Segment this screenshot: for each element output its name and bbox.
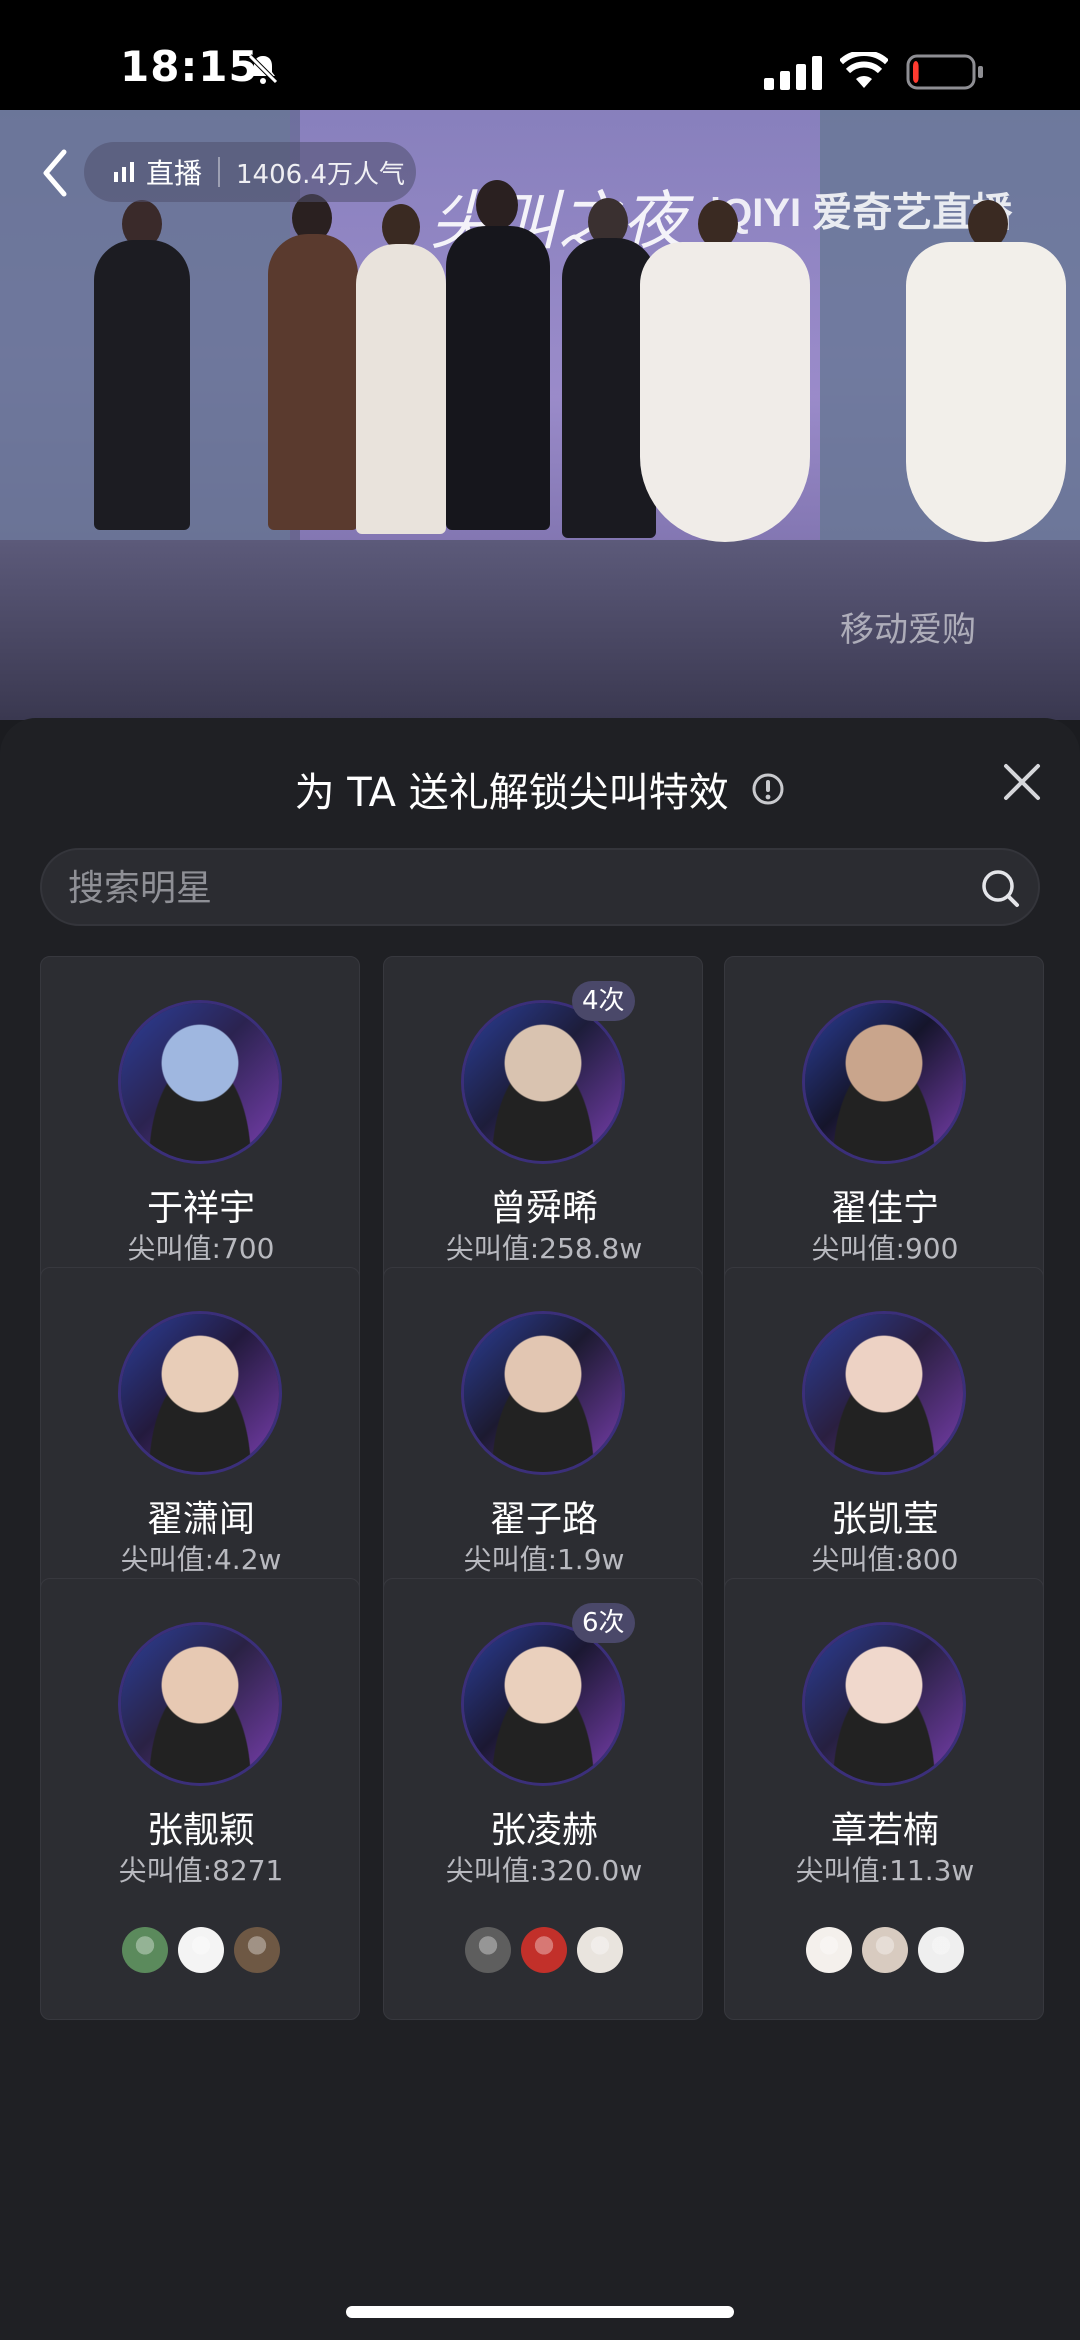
- watermark: 移动爱购: [840, 610, 976, 650]
- gift-count-badge: 4次: [572, 981, 635, 1021]
- fan-avatar: [234, 1927, 280, 1973]
- star-avatar: [464, 1625, 622, 1783]
- fan-avatar: [577, 1927, 623, 1973]
- scream-score: 尖叫值:11.3w: [795, 1854, 975, 1887]
- battery-icon: [906, 54, 983, 90]
- stage-brand: iQIYI 爱奇艺直播: [710, 191, 1013, 235]
- scream-score: 尖叫值:800: [811, 1543, 959, 1576]
- scream-score: 尖叫值:320.0w: [445, 1854, 643, 1887]
- search-bar[interactable]: [40, 848, 1040, 926]
- fan-avatar: [521, 1927, 567, 1973]
- gift-count-badge: 6次: [572, 1603, 635, 1643]
- sheet-header: 为 TA 送礼解锁尖叫特效: [0, 760, 1080, 818]
- bell-muted-icon: [248, 54, 278, 84]
- live-label: 直播: [146, 157, 203, 190]
- live-bars-icon: [114, 162, 134, 182]
- star-card[interactable]: 章若楠 尖叫值:11.3w: [724, 1578, 1044, 2020]
- viewer-count: 1406.4万人气: [236, 159, 405, 190]
- gift-sheet: 为 TA 送礼解锁尖叫特效 于祥宇尖叫值:700 4次曾舜晞尖叫值:258.8w 翟…: [0, 718, 1080, 2340]
- star-name: 翟佳宁: [830, 1188, 939, 1229]
- fan-avatar: [918, 1927, 964, 1973]
- fan-avatar: [178, 1927, 224, 1973]
- info-icon[interactable]: [751, 772, 785, 806]
- star-name: 翟潇闻: [146, 1499, 255, 1540]
- star-name: 于祥宇: [146, 1188, 255, 1229]
- star-avatar: [121, 1625, 279, 1783]
- search-icon[interactable]: [980, 868, 1020, 908]
- scream-score: 尖叫值:4.2w: [120, 1543, 282, 1576]
- fan-avatar: [122, 1927, 168, 1973]
- star-avatar: [121, 1314, 279, 1472]
- scream-score: 尖叫值:1.9w: [463, 1543, 625, 1576]
- star-name: 章若楠: [830, 1810, 939, 1851]
- star-avatar: [464, 1003, 622, 1161]
- divider: [218, 157, 221, 187]
- status-time: 18:15: [120, 42, 259, 91]
- star-name: 张靓颖: [146, 1810, 255, 1851]
- fan-avatar: [806, 1927, 852, 1973]
- star-card[interactable]: 6次张凌赫 尖叫值:320.0w: [383, 1578, 703, 2020]
- live-info-pill: 直播 1406.4万人气: [84, 142, 416, 202]
- back-icon[interactable]: [40, 148, 70, 198]
- top-fans: [41, 1927, 361, 1973]
- star-avatar: [464, 1314, 622, 1472]
- star-name: 曾舜晞: [489, 1188, 598, 1229]
- top-fans: [384, 1927, 704, 1973]
- star-avatar: [805, 1003, 963, 1161]
- cell-signal-icon: [764, 56, 822, 90]
- top-fans: [725, 1927, 1045, 1973]
- star-name: 张凌赫: [489, 1810, 598, 1851]
- star-avatar: [805, 1314, 963, 1472]
- wifi-icon: [840, 52, 888, 88]
- close-icon[interactable]: [1000, 760, 1044, 804]
- star-name: 张凯莹: [830, 1499, 939, 1540]
- live-video[interactable]: 尖叫之夜 iQIYI 爱奇艺直播 移动爱购 直播 1406.4万人气: [0, 110, 1080, 720]
- star-card[interactable]: 张靓颖 尖叫值:8271: [40, 1578, 360, 2020]
- star-avatar: [805, 1625, 963, 1783]
- fan-avatar: [862, 1927, 908, 1973]
- scream-score: 尖叫值:900: [811, 1232, 959, 1265]
- sheet-title: 为 TA 送礼解锁尖叫特效: [294, 770, 729, 816]
- status-bar: 18:15: [0, 0, 1080, 110]
- search-input[interactable]: [66, 850, 970, 926]
- star-avatar: [121, 1003, 279, 1161]
- scream-score: 尖叫值:700: [127, 1232, 275, 1265]
- fan-avatar: [465, 1927, 511, 1973]
- scream-score: 尖叫值:258.8w: [445, 1232, 643, 1265]
- scream-score: 尖叫值:8271: [118, 1854, 284, 1887]
- star-name: 翟子路: [489, 1499, 598, 1540]
- home-indicator[interactable]: [346, 2306, 734, 2318]
